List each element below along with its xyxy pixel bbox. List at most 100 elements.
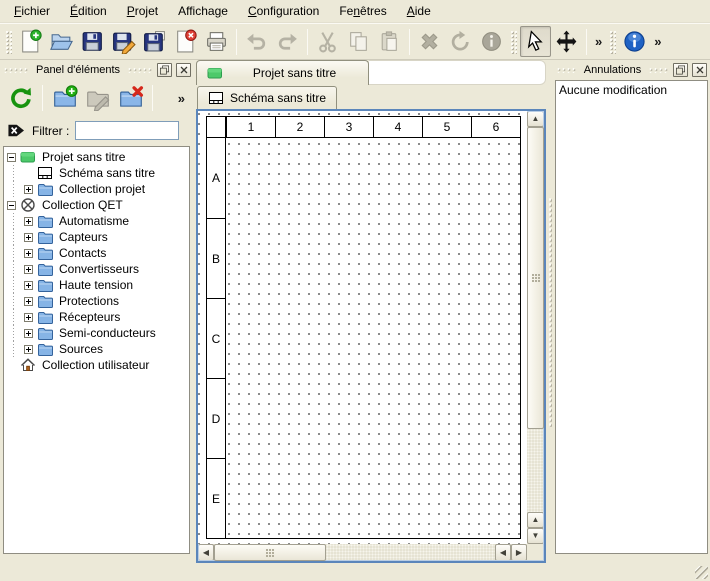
expand-icon[interactable] <box>24 329 33 338</box>
tree-item-label: Schéma sans titre <box>59 166 155 180</box>
paste-button[interactable] <box>374 26 405 57</box>
expand-icon[interactable] <box>24 185 33 194</box>
size-grip[interactable] <box>695 566 708 579</box>
save-all-button[interactable] <box>139 26 170 57</box>
edit-element-button[interactable] <box>82 83 113 114</box>
close-file-button[interactable] <box>170 26 201 57</box>
help-overflow-button[interactable]: » <box>650 34 665 49</box>
scroll-left-button-2[interactable]: ◀ <box>495 544 511 561</box>
copy-button[interactable] <box>343 26 374 57</box>
tree-item-schema-sans-titre[interactable]: Schéma sans titre <box>6 165 189 181</box>
expand-icon[interactable] <box>24 345 33 354</box>
tree-item-capteurs[interactable]: Capteurs <box>6 229 189 245</box>
rotate-button[interactable] <box>445 26 476 57</box>
vertical-scroll-thumb[interactable] <box>527 127 544 429</box>
tree-item-contacts[interactable]: Contacts <box>6 245 189 261</box>
tree-item-recepteurs[interactable]: Récepteurs <box>6 309 189 325</box>
splitter-grip-texture <box>548 197 552 427</box>
new-category-button[interactable] <box>49 83 80 114</box>
schema-tab-icon-slot <box>208 90 224 106</box>
menu-fichier[interactable]: Fichier <box>5 1 59 21</box>
new-project-button[interactable] <box>15 26 46 57</box>
delete-button[interactable] <box>414 26 445 57</box>
horizontal-scrollbar[interactable]: ◀ ◀ ▶ <box>198 544 527 561</box>
dock-grip-texture <box>556 67 577 73</box>
collapse-icon[interactable] <box>7 201 16 210</box>
menu-configuration[interactable]: Configuration <box>239 1 328 21</box>
elements-panel-titlebar[interactable]: Panel d'éléments <box>0 60 194 79</box>
project-tabbar-empty <box>369 60 546 85</box>
float-panel-button[interactable] <box>157 63 172 77</box>
tree-item-automatisme[interactable]: Automatisme <box>6 213 189 229</box>
tree-item-collection-projet[interactable]: Collection projet <box>6 181 189 197</box>
panel-overflow-button[interactable]: » <box>174 91 189 106</box>
float-undo-panel-button[interactable] <box>673 63 688 77</box>
menu-edition[interactable]: Édition <box>61 1 116 21</box>
tab-projet-sans-titre[interactable]: Projet sans titre <box>196 60 369 85</box>
tab-schema-sans-titre[interactable]: Schéma sans titre <box>197 86 337 109</box>
toolbar-handle[interactable] <box>5 30 12 54</box>
tree-item-haute-tension[interactable]: Haute tension <box>6 277 189 293</box>
save-as-button[interactable] <box>108 26 139 57</box>
toolbar-handle[interactable] <box>510 30 517 54</box>
expand-icon[interactable] <box>24 297 33 306</box>
menu-fenetres[interactable]: Fenêtres <box>330 1 395 21</box>
blue-folder-icon <box>37 293 53 309</box>
about-button[interactable] <box>619 26 650 57</box>
close-undo-panel-button[interactable] <box>692 63 707 77</box>
move-tool-button[interactable] <box>551 26 582 57</box>
expand-icon[interactable] <box>24 233 33 242</box>
close-panel-button[interactable] <box>176 63 191 77</box>
scroll-down-button[interactable]: ▼ <box>527 528 544 544</box>
scroll-left-button[interactable]: ◀ <box>198 544 214 561</box>
undo-panel-titlebar[interactable]: Annulations <box>553 60 710 79</box>
undo-button[interactable] <box>241 26 272 57</box>
delete-category-button[interactable] <box>115 83 146 114</box>
filter-row: Filtrer : <box>0 117 194 144</box>
filter-input[interactable] <box>75 121 179 140</box>
dock-splitter[interactable] <box>546 60 553 563</box>
expand-icon[interactable] <box>24 217 33 226</box>
scroll-up-button-2[interactable]: ▲ <box>527 512 544 528</box>
expand-icon[interactable] <box>24 249 33 258</box>
schema-canvas[interactable]: 123456ABCDE <box>198 111 527 544</box>
cut-button[interactable] <box>312 26 343 57</box>
scroll-right-button[interactable]: ▶ <box>511 544 527 561</box>
redo-button[interactable] <box>272 26 303 57</box>
properties-button[interactable] <box>476 26 507 57</box>
select-tool-button[interactable] <box>520 26 551 57</box>
tree-item-convertisseurs[interactable]: Convertisseurs <box>6 261 189 277</box>
undo-list-item[interactable]: Aucune modification <box>559 83 704 99</box>
expand-icon[interactable] <box>24 265 33 274</box>
expand-icon[interactable] <box>24 281 33 290</box>
open-project-button[interactable] <box>46 26 77 57</box>
save-button[interactable] <box>77 26 108 57</box>
menu-projet[interactable]: Projet <box>118 1 167 21</box>
clear-filter-icon[interactable] <box>7 123 26 138</box>
tree-item-semi-conducteurs[interactable]: Semi-conducteurs <box>6 325 189 341</box>
horizontal-scroll-thumb[interactable] <box>214 544 326 561</box>
paper-drawing-area[interactable] <box>226 138 520 538</box>
schema-view: 123456ABCDE ▲ ▲ ▼ ◀ ◀ ▶ <box>196 109 546 563</box>
main-area: Panel d'éléments » Filtrer : Projet sans… <box>0 60 710 563</box>
menu-aide[interactable]: Aide <box>398 1 440 21</box>
row-header: E <box>207 458 226 538</box>
vertical-scrollbar[interactable]: ▲ ▲ ▼ <box>527 111 544 544</box>
scroll-up-button[interactable]: ▲ <box>527 111 544 127</box>
toolbar-handle[interactable] <box>609 30 616 54</box>
tree-item-projet-sans-titre[interactable]: Projet sans titre <box>6 149 189 165</box>
undo-history-list[interactable]: Aucune modification <box>555 80 708 554</box>
tree-item-collection-qet[interactable]: Collection QET <box>6 197 189 213</box>
tools-overflow-button[interactable]: » <box>591 34 606 49</box>
vertical-scroll-track[interactable] <box>527 429 544 512</box>
print-button[interactable] <box>201 26 232 57</box>
horizontal-scroll-track[interactable] <box>326 544 495 561</box>
tree-item-sources[interactable]: Sources <box>6 341 189 357</box>
reload-collections-button[interactable] <box>5 83 36 114</box>
menu-affichage[interactable]: Affichage <box>169 1 237 21</box>
tree-item-label: Projet sans titre <box>42 150 125 164</box>
expand-icon[interactable] <box>24 313 33 322</box>
tree-item-protections[interactable]: Protections <box>6 293 189 309</box>
tree-item-collection-utilisateur[interactable]: Collection utilisateur <box>6 357 189 373</box>
collapse-icon[interactable] <box>7 153 16 162</box>
